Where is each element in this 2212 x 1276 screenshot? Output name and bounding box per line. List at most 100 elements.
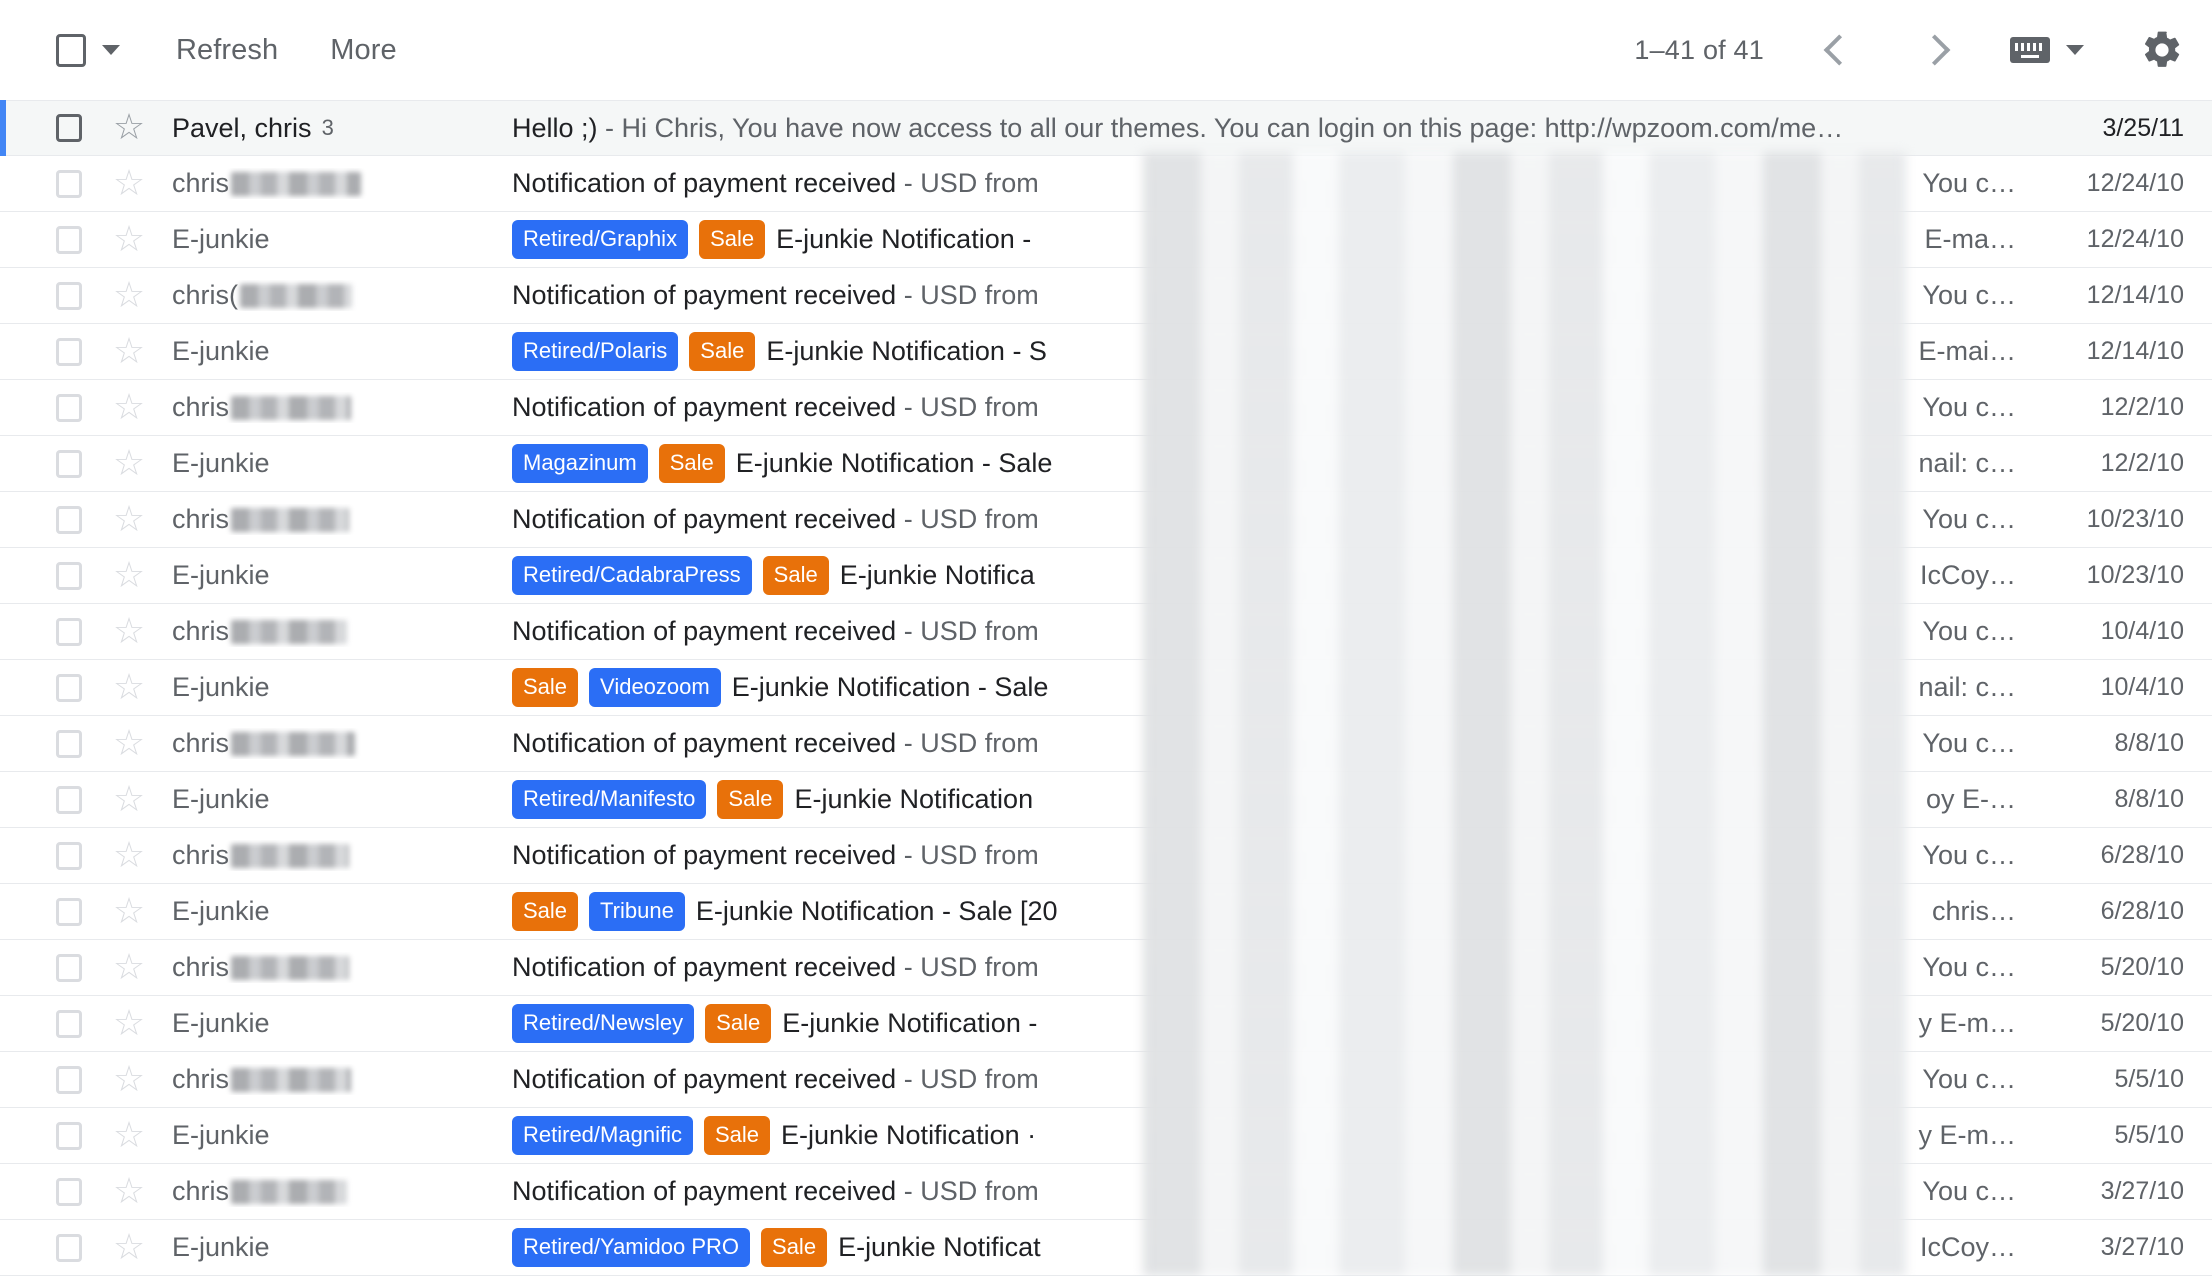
star-icon[interactable]: ☆ — [112, 1116, 146, 1153]
label-chip[interactable]: Retired/Newsley — [512, 1004, 695, 1043]
star-icon[interactable]: ☆ — [112, 109, 146, 145]
row-checkbox-icon[interactable] — [56, 561, 82, 590]
label-chip[interactable]: Retired/Graphix — [512, 220, 689, 259]
email-row[interactable]: ☆ chris Notification of payment received -… — [0, 716, 2212, 772]
email-row[interactable]: ☆ chris Notification of payment received -… — [0, 1164, 2212, 1220]
label-chip[interactable]: Sale — [699, 220, 766, 259]
email-row[interactable]: ☆ E-junkie Retired/Manifesto Sale E-junkie N… — [0, 772, 2212, 828]
label-chip[interactable]: Sale — [703, 1116, 770, 1155]
star-icon[interactable]: ☆ — [112, 220, 146, 257]
sender-text: E-junkie — [172, 448, 270, 478]
row-checkbox-icon[interactable] — [56, 449, 82, 478]
star-icon[interactable]: ☆ — [112, 444, 146, 481]
star-icon[interactable]: ☆ — [112, 556, 146, 593]
label-chip[interactable]: Tribune — [589, 892, 685, 931]
label-chip[interactable]: Videozoom — [589, 668, 721, 707]
star-icon[interactable]: ☆ — [112, 724, 146, 761]
row-checkbox-icon[interactable] — [56, 1065, 82, 1094]
star-icon[interactable]: ☆ — [112, 948, 146, 985]
row-checkbox-icon[interactable] — [56, 897, 82, 926]
keyboard-shortcuts-group[interactable] — [2010, 37, 2084, 63]
label-chip[interactable]: Sale — [512, 892, 579, 931]
row-checkbox-icon[interactable] — [56, 1121, 82, 1150]
email-row[interactable]: ☆ chris Notification of payment received -… — [0, 604, 2212, 660]
row-checkbox-icon[interactable] — [56, 393, 82, 422]
label-chip[interactable]: Retired/Polaris — [512, 332, 679, 371]
email-row[interactable]: ☆ chris Notification of payment received -… — [0, 828, 2212, 884]
star-icon[interactable]: ☆ — [112, 668, 146, 705]
star-icon[interactable]: ☆ — [112, 1172, 146, 1209]
select-all-group[interactable] — [56, 33, 120, 67]
email-row[interactable]: ☆ E-junkie Retired/Polaris Sale E-junkie Not… — [0, 324, 2212, 380]
star-icon[interactable]: ☆ — [112, 1004, 146, 1041]
email-row[interactable]: ☆ chris Notification of payment received -… — [0, 380, 2212, 436]
sender-text: chris — [172, 728, 230, 758]
email-row[interactable]: ☆ E-junkie Sale Tribune E-junkie Notificatio… — [0, 884, 2212, 940]
label-chip[interactable]: Retired/Magnific — [512, 1116, 693, 1155]
label-chip[interactable]: Sale — [762, 556, 829, 595]
star-icon[interactable]: ☆ — [112, 1060, 146, 1097]
label-chip[interactable]: Sale — [717, 780, 784, 819]
row-checkbox-icon[interactable] — [56, 505, 82, 534]
email-row[interactable]: ☆ chris Notification of payment received -… — [0, 1052, 2212, 1108]
row-checkbox-icon[interactable] — [56, 673, 82, 702]
subject-cell: Notification of payment received - USD f… — [512, 1176, 1914, 1207]
email-row[interactable]: ☆ chris(Notification of payment received … — [0, 268, 2212, 324]
row-checkbox-icon[interactable] — [56, 1177, 82, 1206]
email-row[interactable]: ☆ E-junkie Sale Videozoom E-junkie Notificat… — [0, 660, 2212, 716]
star-icon[interactable]: ☆ — [112, 836, 146, 873]
email-row[interactable]: ☆ chris Notification of payment received -… — [0, 156, 2212, 212]
label-chip[interactable]: Sale — [761, 1228, 828, 1267]
email-row[interactable]: ☆ chris Notification of payment received -… — [0, 940, 2212, 996]
row-checkbox-icon[interactable] — [56, 785, 82, 814]
email-row[interactable]: ☆ E-junkie Retired/Graphix Sale E-junkie Not… — [0, 212, 2212, 268]
row-checkbox-icon[interactable] — [56, 617, 82, 646]
label-chip[interactable]: Retired/CadabraPress — [512, 556, 752, 595]
label-chip[interactable]: Sale — [658, 444, 725, 483]
row-checkbox-icon[interactable] — [56, 841, 82, 870]
star-icon[interactable]: ☆ — [112, 332, 146, 369]
star-icon[interactable]: ☆ — [112, 612, 146, 649]
label-chip[interactable]: Sale — [689, 332, 756, 371]
label-chip[interactable]: Magazinum — [512, 444, 648, 483]
email-row[interactable]: ☆ E-junkie Retired/Newsley Sale E-junkie Not… — [0, 996, 2212, 1052]
email-row[interactable]: ☆ E-junkie Retired/Magnific Sale E-junkie No… — [0, 1108, 2212, 1164]
email-row[interactable]: ☆ E-junkie Magazinum Sale E-junkie Notificat… — [0, 436, 2212, 492]
star-icon[interactable]: ☆ — [112, 1228, 146, 1265]
snippet-tail: You c… — [1922, 504, 2016, 534]
row-checkbox-icon[interactable] — [56, 281, 82, 310]
row-checkbox-icon[interactable] — [56, 225, 82, 254]
keyboard-icon[interactable] — [2010, 37, 2050, 63]
star-icon[interactable]: ☆ — [112, 164, 146, 201]
row-checkbox-icon[interactable] — [56, 1233, 82, 1262]
row-checkbox-icon[interactable] — [56, 953, 82, 982]
email-row[interactable]: ☆ E-junkie Retired/CadabraPress Sale E-junki… — [0, 548, 2212, 604]
row-checkbox-icon[interactable] — [56, 337, 82, 366]
label-chip[interactable]: Retired/Yamidoo PRO — [512, 1228, 751, 1267]
label-chip[interactable]: Retired/Manifesto — [512, 780, 707, 819]
chevron-left-icon[interactable] — [1810, 23, 1864, 77]
star-icon[interactable]: ☆ — [112, 780, 146, 817]
email-row[interactable]: ☆ E-junkie Retired/Yamidoo PRO Sale E-junkie… — [0, 1220, 2212, 1276]
sender-name: E-junkie — [172, 560, 512, 591]
star-icon[interactable]: ☆ — [112, 500, 146, 537]
row-checkbox-icon[interactable] — [56, 729, 82, 758]
chevron-right-icon[interactable] — [1910, 23, 1964, 77]
email-row[interactable]: ☆ Pavel, chris 3 Hello ;) - Hi Chris, You h… — [0, 100, 2212, 156]
gear-icon[interactable] — [2140, 28, 2184, 72]
select-all-chevron-down-icon[interactable] — [102, 45, 120, 55]
keyboard-chevron-down-icon[interactable] — [2066, 45, 2084, 55]
row-checkbox-icon[interactable] — [56, 114, 82, 142]
row-checkbox-icon[interactable] — [56, 1009, 82, 1038]
label-chip[interactable]: Sale — [705, 1004, 772, 1043]
star-icon[interactable]: ☆ — [112, 892, 146, 929]
select-all-checkbox-icon[interactable] — [56, 33, 86, 67]
email-row[interactable]: ☆ chris Notification of payment received -… — [0, 492, 2212, 548]
more-button[interactable]: More — [330, 34, 396, 67]
star-icon[interactable]: ☆ — [112, 276, 146, 313]
row-checkbox-icon[interactable] — [56, 169, 82, 198]
refresh-button[interactable]: Refresh — [176, 34, 278, 67]
label-chip[interactable]: Sale — [512, 668, 579, 707]
star-icon[interactable]: ☆ — [112, 388, 146, 425]
snippet-tail: oy E-… — [1925, 784, 2016, 814]
